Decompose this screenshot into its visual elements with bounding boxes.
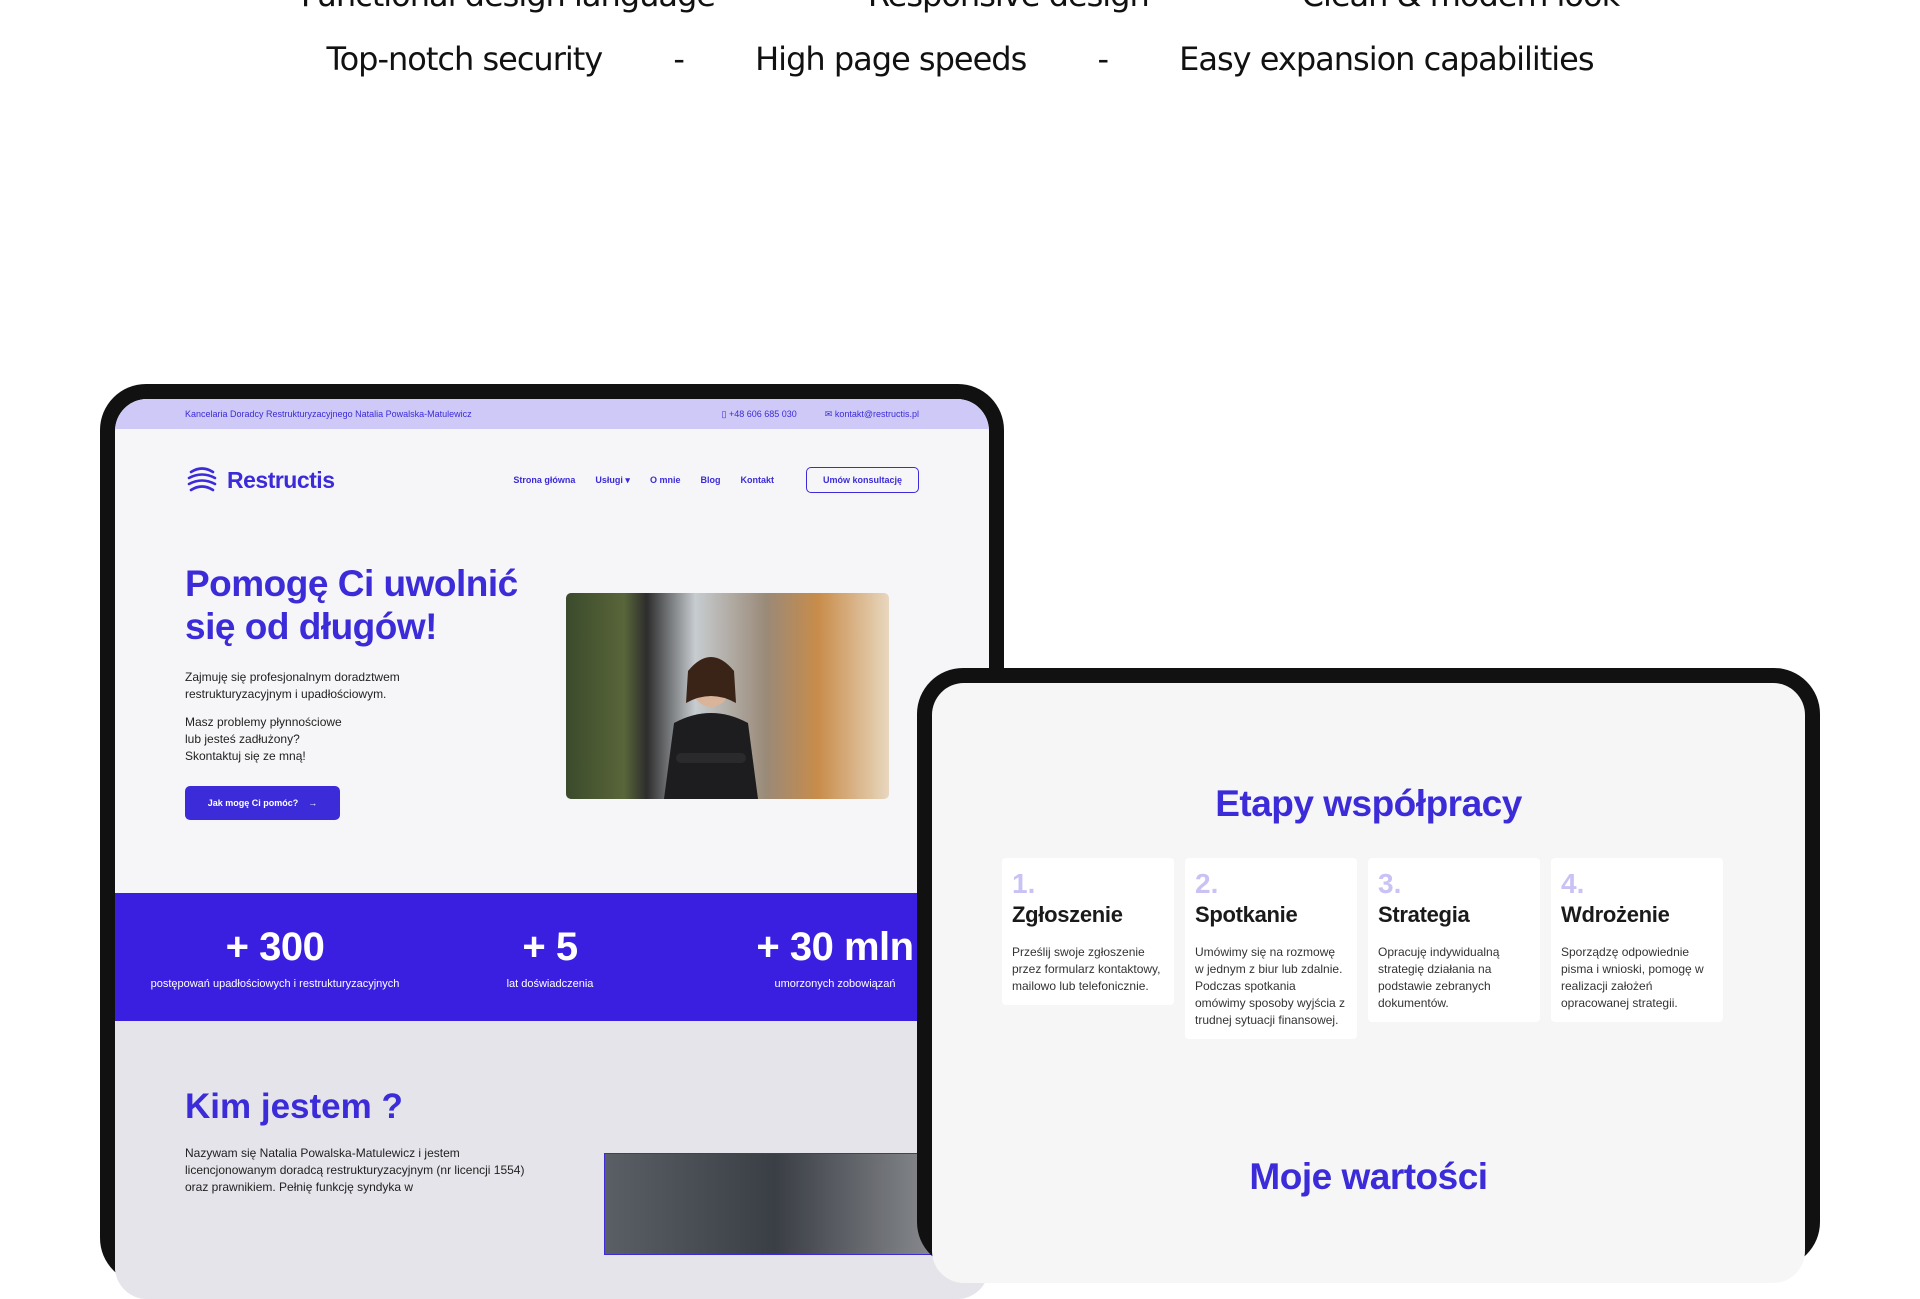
hero-question-line: Skontaktuj się ze mną! bbox=[185, 749, 306, 763]
step-heading: Strategia bbox=[1378, 902, 1470, 927]
step-card: 3. Strategia Opracuję indywidualną strat… bbox=[1368, 858, 1540, 1022]
feature-item: High page speeds bbox=[755, 40, 1027, 78]
logo-icon bbox=[187, 467, 217, 492]
phone-number: +48 606 685 030 bbox=[728, 408, 797, 419]
tablet-mockup-2: Etapy współpracy 1. Zgłoszenie Prześlij … bbox=[917, 668, 1820, 1283]
mail-icon: ✉ bbox=[824, 408, 835, 419]
stat-label: umorzonych zobowiązań bbox=[774, 978, 896, 990]
book-consultation-button[interactable]: Umów konsultację bbox=[805, 467, 919, 493]
top-info-bar: Kancelaria Doradcy Restrukturyzacyjnego … bbox=[115, 399, 989, 429]
stat-value: + 30 mln bbox=[756, 925, 914, 969]
feature-item: Responsive design bbox=[868, 0, 1150, 14]
feature-separator: - bbox=[1220, 0, 1232, 14]
nav-item-label: Usługi bbox=[595, 474, 623, 485]
nav-item-contact[interactable]: Kontakt bbox=[740, 475, 774, 485]
stat-label: lat doświadczenia bbox=[506, 978, 594, 990]
step-card: 1. Zgłoszenie Prześlij swoje zgłoszenie … bbox=[1002, 858, 1174, 1005]
company-name: Kancelaria Doradcy Restrukturyzacyjnego … bbox=[185, 409, 472, 419]
features-section: Functional design language - Responsive … bbox=[0, 0, 1920, 120]
hero-portrait-photo bbox=[566, 593, 889, 799]
logo[interactable]: Restructis bbox=[185, 463, 335, 497]
website-screen-process: Etapy współpracy 1. Zgłoszenie Prześlij … bbox=[932, 683, 1805, 1283]
step-heading: Wdrożenie bbox=[1561, 902, 1670, 927]
step-heading: Zgłoszenie bbox=[1012, 902, 1123, 927]
step-number: 2. bbox=[1195, 868, 1219, 899]
about-section: Kim jestem ? Nazywam się Natalia Powalsk… bbox=[115, 1021, 989, 1299]
step-card: 4. Wdrożenie Sporządzę odpowiednie pisma… bbox=[1551, 858, 1723, 1022]
arrow-right-icon: → bbox=[308, 798, 318, 808]
about-title: Kim jestem ? bbox=[185, 1087, 403, 1126]
stat-debts: + 30 mln umorzonych zobowiązań bbox=[735, 925, 935, 990]
tablet-mockup-1: Kancelaria Doradcy Restrukturyzacyjnego … bbox=[100, 384, 1004, 1299]
button-label: Jak mogę Ci pomóc? bbox=[207, 798, 299, 808]
feature-item: Clean & modern look bbox=[1302, 0, 1620, 14]
portrait-illustration bbox=[664, 657, 758, 799]
feature-row-1: Functional design language - Responsive … bbox=[0, 0, 1920, 14]
stats-band: + 300 postępowań upadłościowych i restru… bbox=[115, 893, 989, 1021]
feature-item: Top-notch security bbox=[326, 40, 603, 78]
stat-proceedings: + 300 postępowań upadłościowych i restru… bbox=[150, 925, 400, 990]
main-nav: Restructis Strona główna Usługi ▾ O mnie… bbox=[185, 465, 919, 495]
about-photo bbox=[604, 1153, 946, 1255]
step-number: 4. bbox=[1561, 868, 1585, 899]
hero-question: Masz problemy płynnościowe lub jesteś za… bbox=[185, 714, 385, 765]
process-title: Etapy współpracy bbox=[1215, 783, 1522, 824]
feature-separator: - bbox=[786, 0, 798, 14]
step-heading: Spotkanie bbox=[1195, 902, 1298, 927]
phone-link[interactable]: ▯ +48 606 685 030 bbox=[722, 409, 797, 420]
stat-label: postępowań upadłościowych i restrukturyz… bbox=[150, 978, 400, 990]
nav-menu: Strona główna Usługi ▾ O mnie Blog Konta… bbox=[513, 467, 919, 493]
hero-question-line: lub jesteś zadłużony? bbox=[185, 732, 300, 746]
website-screen-home: Kancelaria Doradcy Restrukturyzacyjnego … bbox=[115, 399, 989, 1299]
nav-item-about[interactable]: O mnie bbox=[650, 475, 681, 485]
step-text: Opracuję indywidualną strategię działani… bbox=[1378, 945, 1500, 1010]
email-link[interactable]: ✉ kontakt@restructis.pl bbox=[825, 409, 919, 420]
feature-separator: - bbox=[673, 40, 685, 78]
step-text: Prześlij swoje zgłoszenie przez formular… bbox=[1012, 945, 1161, 993]
nav-item-home[interactable]: Strona główna bbox=[513, 475, 575, 485]
step-number: 1. bbox=[1012, 868, 1036, 899]
email-address: kontakt@restructis.pl bbox=[834, 408, 919, 419]
step-text: Umówimy się na rozmowę w jednym z biur l… bbox=[1195, 945, 1346, 1027]
logo-text: Restructis bbox=[227, 466, 335, 493]
step-number: 3. bbox=[1378, 868, 1402, 899]
feature-item: Functional design language bbox=[301, 0, 716, 14]
phone-icon: ▯ bbox=[721, 408, 729, 419]
stat-value: + 300 bbox=[225, 925, 325, 969]
feature-row-2: Top-notch security - High page speeds - … bbox=[0, 40, 1920, 78]
hero-question-line: Masz problemy płynnościowe bbox=[185, 715, 342, 729]
hero-title: Pomogę Ci uwolnić się od długów! bbox=[185, 563, 518, 647]
step-text: Sporządzę odpowiednie pisma i wnioski, p… bbox=[1561, 945, 1704, 1010]
step-card: 2. Spotkanie Umówimy się na rozmowę w je… bbox=[1185, 858, 1357, 1039]
how-can-i-help-button[interactable]: Jak mogę Ci pomóc? → bbox=[185, 786, 340, 820]
nav-item-blog[interactable]: Blog bbox=[700, 475, 720, 485]
feature-item: Easy expansion capabilities bbox=[1179, 40, 1594, 78]
feature-separator: - bbox=[1097, 40, 1109, 78]
hero-description: Zajmuję się profesjonalnym doradztwem re… bbox=[185, 670, 400, 701]
stat-value: + 5 bbox=[522, 925, 578, 969]
stat-experience: + 5 lat doświadczenia bbox=[450, 925, 650, 990]
caret-down-icon: ▾ bbox=[622, 474, 630, 485]
values-title: Moje wartości bbox=[1249, 1156, 1488, 1197]
nav-item-services[interactable]: Usługi ▾ bbox=[595, 475, 630, 486]
about-text: Nazywam się Natalia Powalska-Matulewicz … bbox=[185, 1146, 525, 1194]
